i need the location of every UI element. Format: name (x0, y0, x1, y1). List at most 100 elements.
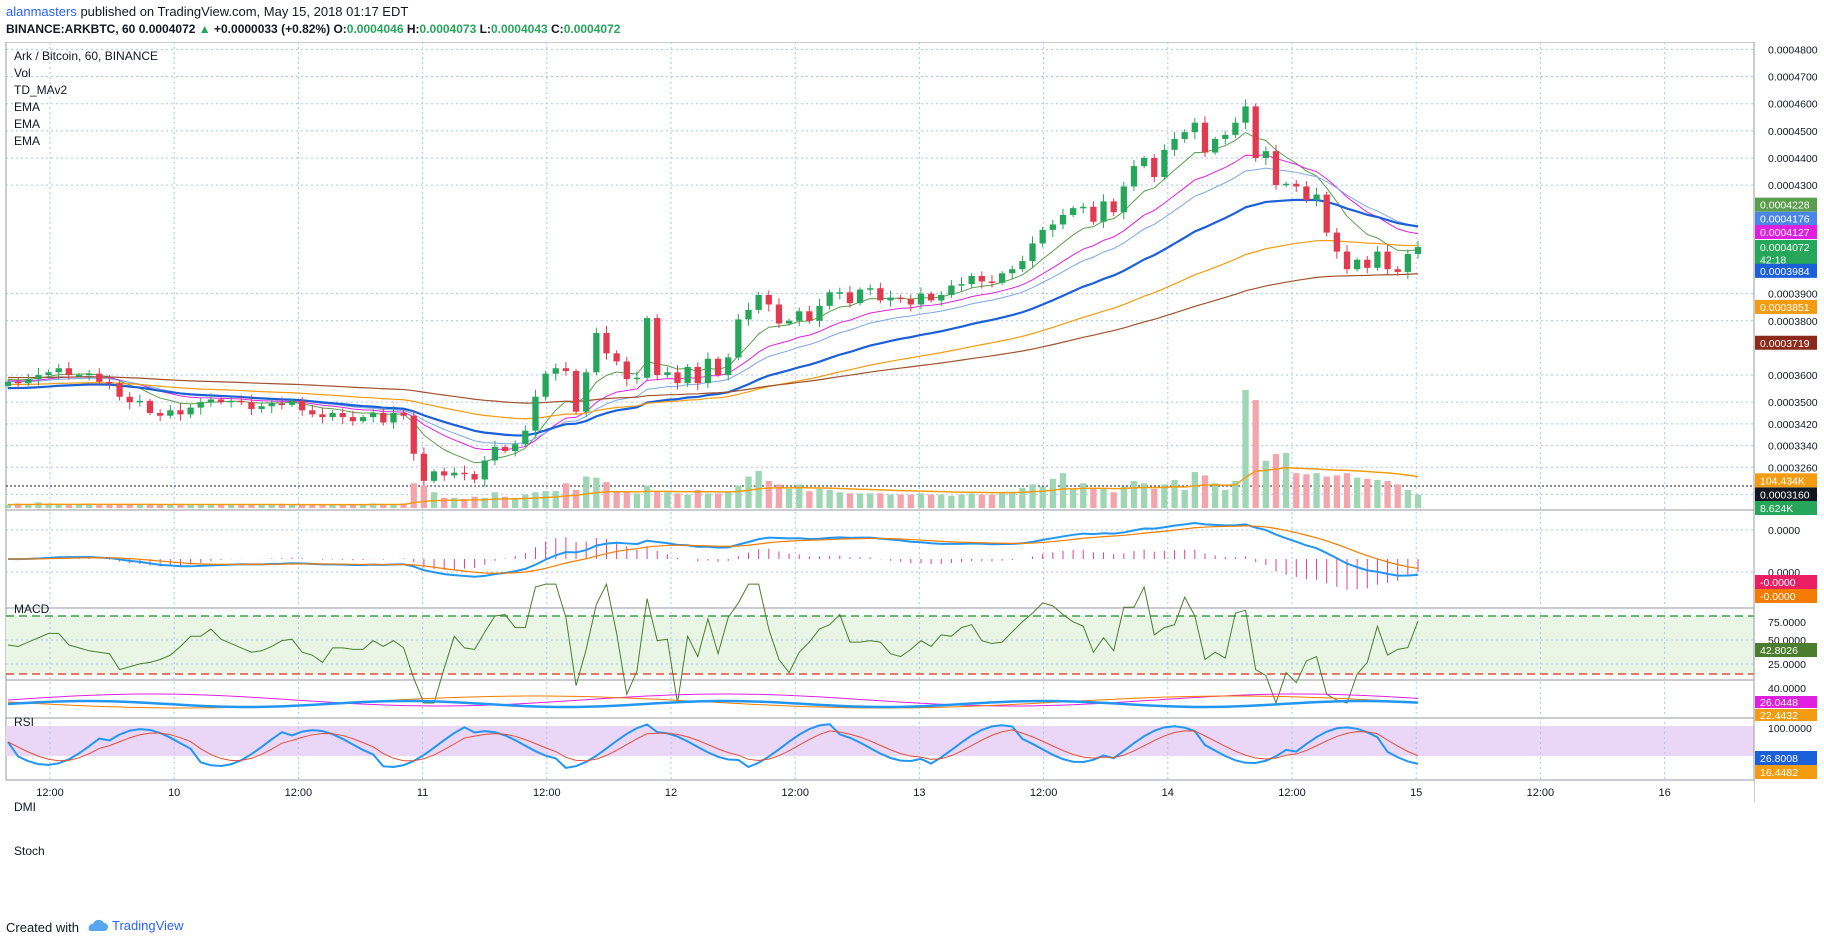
dmi-value-text: 22.4432 (1760, 710, 1798, 722)
candle-body (583, 372, 590, 412)
price-tick-label: 0.0003340 (1768, 441, 1818, 453)
dmi-pane[interactable] (5, 679, 1755, 719)
publish-info: published on TradingView.com, May 15, 20… (80, 4, 409, 19)
candle-body (1323, 194, 1330, 233)
volume-bar (1100, 487, 1107, 508)
candle-body (562, 368, 570, 371)
price-pane[interactable] (5, 42, 1755, 511)
candle-body (1374, 251, 1381, 268)
author-link[interactable]: alanmasters (6, 4, 77, 19)
volume-bar (75, 504, 83, 508)
candle-body (248, 402, 255, 409)
candle-body (745, 309, 752, 320)
volume-bar (1171, 479, 1178, 508)
candle-body (968, 276, 975, 285)
volume-bar (988, 494, 996, 508)
candle-body (927, 293, 935, 301)
candle-body (522, 430, 529, 445)
time-tick-label: 15 (1410, 787, 1422, 799)
volume-bar (613, 491, 620, 508)
volume-bar (552, 491, 559, 508)
candle-body (1282, 183, 1290, 186)
candle-body (826, 292, 833, 306)
time-tick-label: 14 (1162, 787, 1174, 799)
volume-bar (674, 493, 681, 508)
candle-body (1009, 269, 1016, 274)
time-axis[interactable] (0, 780, 1754, 802)
price-tick-label: 0.0004800 (1768, 44, 1818, 56)
candle-body (1394, 269, 1401, 272)
open-value: 0.0004046 (346, 22, 404, 36)
candle-body (593, 332, 600, 373)
macd-value-text: -0.0000 (1760, 591, 1796, 603)
rsi-band-area (6, 616, 1754, 674)
price-tick-label: 0.0003900 (1768, 289, 1818, 301)
volume-bar (877, 493, 884, 508)
volume-bar (1333, 475, 1340, 508)
price-label-text: 0.0004176 (1760, 214, 1810, 226)
candle-body (552, 368, 559, 374)
candle-body (1029, 243, 1036, 262)
volume-bar (451, 497, 458, 508)
volume-bar (887, 494, 894, 508)
stoch-value-text: 16.4482 (1760, 767, 1798, 779)
candle-body (481, 460, 488, 480)
volume-bar (867, 493, 874, 508)
volume-bar (420, 485, 428, 508)
close-label: C: (551, 22, 564, 36)
candle-body (664, 372, 671, 376)
candle-body (572, 370, 580, 412)
candle-body (1130, 166, 1138, 187)
volume-bar (856, 493, 864, 508)
candle-body (430, 471, 438, 481)
candle-body (319, 414, 326, 418)
volume-bar (826, 490, 833, 508)
chart-canvas[interactable]: 0.0004800 0.0004700 0.0004600 0.0004500 0.00… (0, 42, 1824, 914)
candle-body (238, 400, 245, 403)
price-tick-label: 0.0003800 (1768, 316, 1818, 328)
candle-body (157, 413, 164, 416)
price-label-text: 0.0004228 (1760, 200, 1810, 212)
candle-body (613, 353, 620, 362)
candle-body (380, 413, 387, 423)
volume-bar (654, 491, 661, 508)
price-label-text: 0.0004127 (1760, 227, 1810, 239)
candle-body (1171, 138, 1178, 150)
candle-body (775, 304, 783, 324)
candle-body (400, 413, 407, 416)
tradingview-link[interactable]: TradingView (86, 918, 184, 933)
candle-body (167, 410, 174, 416)
volume-bar (1222, 490, 1229, 508)
candle-body (187, 407, 194, 415)
candle-body (887, 297, 894, 301)
candle-body (1414, 246, 1422, 255)
candle-body (704, 358, 712, 384)
candle-body (177, 410, 184, 415)
candle-body (765, 294, 772, 305)
volume-bar (785, 488, 793, 508)
volume-bar (1069, 488, 1077, 508)
candle-body (278, 403, 286, 406)
candle-body (410, 415, 417, 454)
volume-bar (1323, 476, 1330, 508)
candle-body (1140, 157, 1148, 167)
candle-body (1191, 122, 1198, 133)
candle-body (633, 377, 641, 380)
candle-body (96, 373, 103, 382)
candle-body (359, 417, 367, 422)
open-label: O: (333, 22, 347, 36)
low-label: L: (479, 22, 491, 36)
candle-body (836, 292, 843, 294)
legend-td-ma: TD_MAv2 (14, 83, 67, 97)
time-tick-label: 13 (913, 787, 925, 799)
time-tick-label: 10 (168, 787, 180, 799)
candle-body (451, 472, 458, 476)
candle-body (1069, 208, 1077, 215)
price-label-text: 8.624K (1760, 503, 1793, 515)
candle-body (1303, 186, 1310, 201)
candle-body (684, 366, 691, 384)
volume-bar (998, 493, 1006, 508)
candle-body (1090, 206, 1097, 222)
low-value: 0.0004043 (490, 22, 548, 36)
volume-bar (927, 494, 935, 508)
